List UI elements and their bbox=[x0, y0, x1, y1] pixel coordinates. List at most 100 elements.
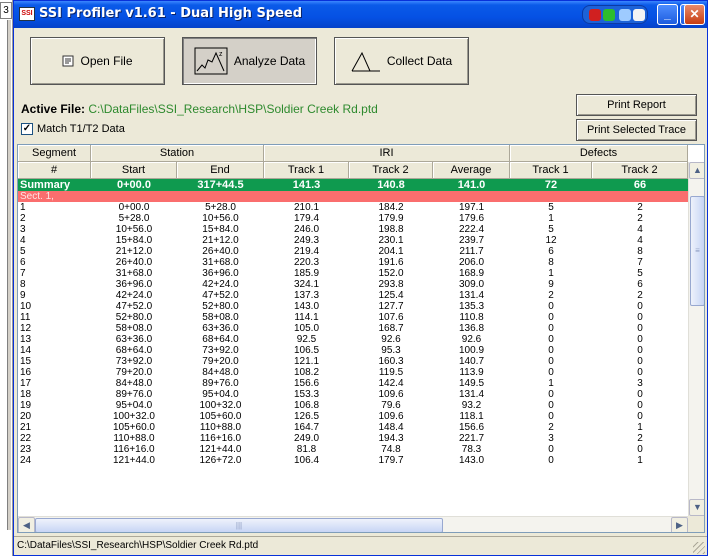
table-cell: 0 bbox=[548, 444, 554, 455]
table-cell: 0 bbox=[548, 323, 554, 334]
header-segment[interactable]: Segment bbox=[18, 145, 91, 162]
title-bar[interactable]: SSI SSI Profiler v1.61 - Dual High Speed… bbox=[14, 1, 707, 28]
tray-icon[interactable] bbox=[589, 9, 601, 21]
col-defects-track2[interactable]: Track 2 bbox=[592, 162, 688, 179]
table-row[interactable]: 19 95+04.0 100+32.0 106.8 79.6 93.2 0 0 bbox=[18, 400, 688, 411]
table-cell: 125.4 bbox=[378, 290, 404, 301]
table-cell: 0 bbox=[548, 356, 554, 367]
table-row[interactable]: 14 68+64.0 73+92.0 106.5 95.3 100.9 0 0 bbox=[18, 345, 688, 356]
scroll-right-icon[interactable]: ▶ bbox=[671, 517, 688, 532]
table-cell: 0 bbox=[637, 345, 643, 356]
results-grid[interactable]: Segment Station IRI Defects # Start End … bbox=[17, 144, 705, 533]
table-cell: 100.9 bbox=[458, 345, 485, 356]
table-cell: 110+88.0 bbox=[113, 433, 155, 444]
tray-icon[interactable] bbox=[633, 9, 645, 21]
table-cell: 100+32.0 bbox=[199, 400, 242, 411]
table-row[interactable]: 9 42+24.0 47+52.0 137.3 125.4 131.4 2 2 bbox=[18, 290, 688, 301]
table-row[interactable]: 6 26+40.0 31+68.0 220.3 191.6 206.0 8 7 bbox=[18, 257, 688, 268]
table-row[interactable]: 8 36+96.0 42+24.0 324.1 293.8 309.0 9 6 bbox=[18, 279, 688, 290]
table-row[interactable]: 13 63+36.0 68+64.0 92.5 92.6 92.6 0 0 bbox=[18, 334, 688, 345]
table-cell: 52+80.0 bbox=[202, 301, 239, 312]
table-cell: 63+36.0 bbox=[202, 323, 239, 334]
match-t1t2-label: Match T1/T2 Data bbox=[37, 123, 125, 135]
close-icon[interactable]: ✕ bbox=[684, 4, 705, 25]
table-row[interactable]: 22 110+88.0 116+16.0 249.0 194.3 221.7 3 2 bbox=[18, 433, 688, 444]
vertical-scrollbar[interactable]: ▲ ≡ ▼ bbox=[688, 162, 704, 516]
table-row[interactable]: 17 84+48.0 89+76.0 156.6 142.4 149.5 1 3 bbox=[18, 378, 688, 389]
table-row[interactable]: 5 21+12.0 26+40.0 219.4 204.1 211.7 6 8 bbox=[18, 246, 688, 257]
col-iri-track2[interactable]: Track 2 bbox=[349, 162, 433, 179]
table-cell: 26+40.0 bbox=[202, 246, 239, 257]
resize-grip-icon[interactable] bbox=[693, 542, 705, 554]
table-cell: 58+08.0 bbox=[115, 323, 153, 334]
table-cell: 92.6 bbox=[381, 334, 401, 345]
header-defects[interactable]: Defects bbox=[510, 145, 688, 162]
table-cell: 1 bbox=[637, 422, 643, 433]
vertical-scroll-thumb[interactable]: ≡ bbox=[690, 196, 704, 306]
active-file-line: Active File: C:\DataFiles\SSI_Research\H… bbox=[21, 102, 378, 116]
table-cell: 121+44.0 bbox=[199, 444, 242, 455]
match-t1t2-toggle[interactable]: ✓ Match T1/T2 Data bbox=[21, 123, 125, 135]
collect-data-button[interactable]: Collect Data bbox=[334, 37, 469, 85]
table-row[interactable]: 1 0+00.0 5+28.0 210.1 184.2 197.1 5 2 bbox=[18, 202, 688, 213]
table-cell: 12 bbox=[545, 235, 557, 246]
table-row[interactable]: 18 89+76.0 95+04.0 153.3 109.6 131.4 0 0 bbox=[18, 389, 688, 400]
summary-cell: 0+00.0 bbox=[117, 179, 151, 191]
table-row[interactable]: 12 58+08.0 63+36.0 105.0 168.7 136.8 0 0 bbox=[18, 323, 688, 334]
table-cell: 2 bbox=[548, 290, 554, 301]
table-cell: 21+12.0 bbox=[115, 246, 153, 257]
scroll-left-icon[interactable]: ◀ bbox=[18, 517, 35, 532]
table-row[interactable]: 2 5+28.0 10+56.0 179.4 179.9 179.6 1 2 bbox=[18, 213, 688, 224]
minimize-button[interactable]: _ bbox=[657, 4, 678, 25]
section-label: Sect. 1, bbox=[20, 191, 54, 202]
tray-icon[interactable] bbox=[603, 9, 615, 21]
table-cell: 74.8 bbox=[381, 444, 401, 455]
horizontal-scroll-thumb[interactable]: ||| bbox=[35, 518, 443, 532]
table-row[interactable]: 24 121+44.0 126+72.0 106.4 179.7 143.0 0 1 bbox=[18, 455, 688, 466]
print-report-button[interactable]: Print Report bbox=[576, 94, 697, 116]
table-cell: 2 bbox=[637, 213, 643, 224]
table-cell: 26+40.0 bbox=[115, 257, 153, 268]
col-end[interactable]: End bbox=[177, 162, 264, 179]
col-iri-average[interactable]: Average bbox=[433, 162, 510, 179]
table-cell: 5+28.0 bbox=[118, 213, 150, 224]
table-row[interactable]: 11 52+80.0 58+08.0 114.1 107.6 110.8 0 0 bbox=[18, 312, 688, 323]
tray-icons[interactable] bbox=[582, 5, 648, 24]
table-cell: 47+52.0 bbox=[202, 290, 239, 301]
table-row[interactable]: 21 105+60.0 110+88.0 164.7 148.4 156.6 2 1 bbox=[18, 422, 688, 433]
table-cell: 4 bbox=[637, 224, 643, 235]
analyze-data-button[interactable]: z Analyze Data bbox=[182, 37, 317, 85]
scroll-down-icon[interactable]: ▼ bbox=[689, 499, 704, 516]
table-row[interactable]: 15 73+92.0 79+20.0 121.1 160.3 140.7 0 0 bbox=[18, 356, 688, 367]
summary-row[interactable]: Summary 0+00.0 317+44.5 141.3 140.8 141.… bbox=[18, 179, 688, 191]
section-row[interactable]: Sect. 1, bbox=[18, 191, 688, 202]
table-cell: 198.8 bbox=[378, 224, 404, 235]
table-cell: 156.6 bbox=[458, 422, 485, 433]
table-row[interactable]: 10 47+52.0 52+80.0 143.0 127.7 135.3 0 0 bbox=[18, 301, 688, 312]
col-defects-track1[interactable]: Track 1 bbox=[510, 162, 592, 179]
table-row[interactable]: 23 116+16.0 121+44.0 81.8 74.8 78.3 0 0 bbox=[18, 444, 688, 455]
status-path: C:\DataFiles\SSI_Research\HSP\Soldier Cr… bbox=[17, 540, 259, 551]
horizontal-scrollbar[interactable]: ◀ ||| ▶ bbox=[18, 516, 688, 532]
col-number[interactable]: # bbox=[18, 162, 91, 179]
table-cell: 0 bbox=[548, 334, 554, 345]
col-iri-track1[interactable]: Track 1 bbox=[264, 162, 349, 179]
scroll-up-icon[interactable]: ▲ bbox=[689, 162, 704, 179]
table-cell: 206.0 bbox=[458, 257, 485, 268]
tray-icon[interactable] bbox=[619, 9, 631, 21]
table-row[interactable]: 7 31+68.0 36+96.0 185.9 152.0 168.9 1 5 bbox=[18, 268, 688, 279]
table-row[interactable]: 3 10+56.0 15+84.0 246.0 198.8 222.4 5 4 bbox=[18, 224, 688, 235]
table-row[interactable]: 16 79+20.0 84+48.0 108.2 119.5 113.9 0 0 bbox=[18, 367, 688, 378]
table-row[interactable]: 4 15+84.0 21+12.0 249.3 230.1 239.7 12 4 bbox=[18, 235, 688, 246]
table-cell: 36+96.0 bbox=[115, 279, 153, 290]
open-file-button[interactable]: Open File bbox=[30, 37, 165, 85]
header-iri[interactable]: IRI bbox=[264, 145, 510, 162]
header-station[interactable]: Station bbox=[91, 145, 264, 162]
table-cell: 219.4 bbox=[293, 246, 320, 257]
table-row[interactable]: 20 100+32.0 105+60.0 126.5 109.6 118.1 0 0 bbox=[18, 411, 688, 422]
print-selected-trace-button[interactable]: Print Selected Trace bbox=[576, 119, 697, 141]
col-start[interactable]: Start bbox=[91, 162, 177, 179]
table-cell: 42+24.0 bbox=[115, 290, 153, 301]
table-cell: 116+16.0 bbox=[113, 444, 155, 455]
match-t1t2-checkbox[interactable]: ✓ bbox=[21, 123, 33, 135]
